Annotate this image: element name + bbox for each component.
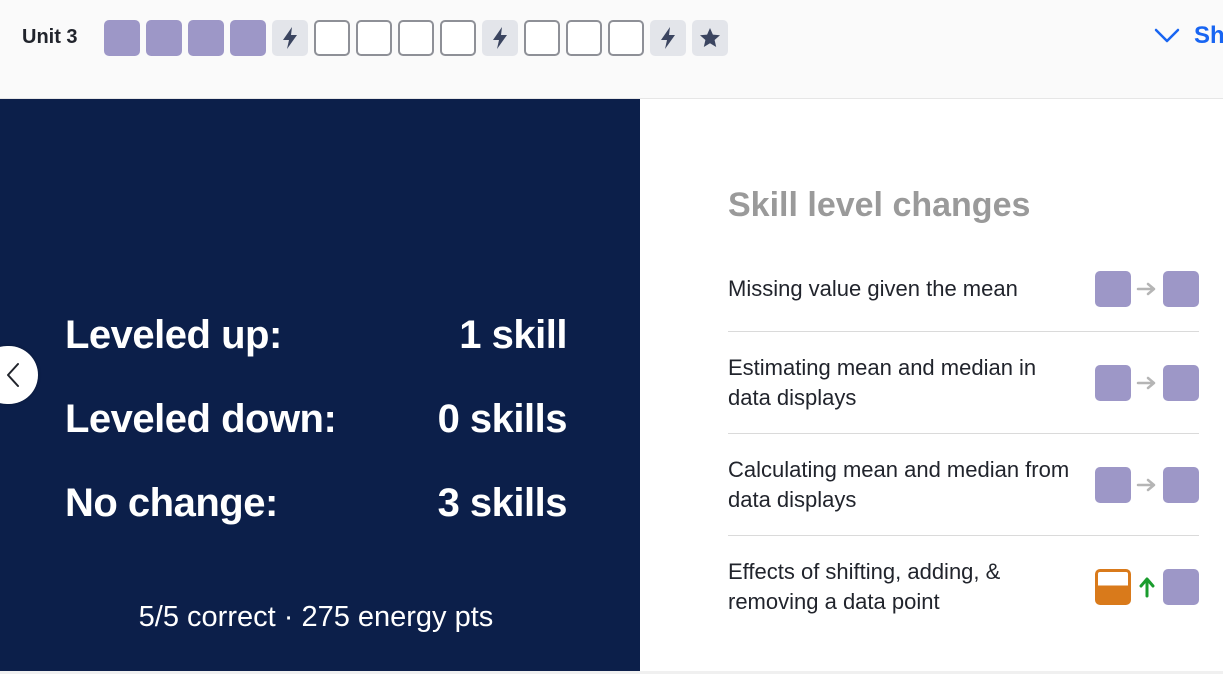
progress-cell-not-started[interactable] xyxy=(566,20,602,56)
skill-level-changes-heading: Skill level changes xyxy=(728,186,1031,224)
arrow-right-icon xyxy=(1136,478,1156,491)
progress-quiz[interactable] xyxy=(272,20,308,56)
proficient-level-box xyxy=(1095,466,1131,503)
proficient-level-box xyxy=(1095,270,1131,307)
skill-level-change xyxy=(1095,466,1199,503)
progress-quiz[interactable] xyxy=(482,20,518,56)
lightning-icon xyxy=(661,27,675,49)
leveled-down-row: Leveled down: 0 skills xyxy=(65,397,568,442)
no-change-value: 3 skills xyxy=(437,481,568,525)
no-change-label: No change: xyxy=(65,481,278,525)
skill-row: Effects of shifting, adding, & removing … xyxy=(728,536,1199,638)
progress-cell-not-started[interactable] xyxy=(440,20,476,56)
result-summary: 5/5 correct · 275 energy pts xyxy=(138,601,494,633)
lightning-icon xyxy=(283,27,297,49)
proficient-level-box xyxy=(1163,569,1199,605)
leveled-down-value: 0 skills xyxy=(437,397,568,441)
progress-cell-proficient[interactable] xyxy=(188,20,224,56)
progress-cell-not-started[interactable] xyxy=(356,20,392,56)
proficient-level-box xyxy=(1095,364,1131,401)
star-icon xyxy=(700,28,720,47)
skill-name: Effects of shifting, adding, & removing … xyxy=(728,559,1001,614)
skill-row: Missing value given the mean xyxy=(728,246,1199,332)
progress-cell-proficient[interactable] xyxy=(230,20,266,56)
skill-row: Estimating mean and median in data displ… xyxy=(728,332,1199,434)
unit-label: Unit 3 xyxy=(22,26,78,48)
progress-cell-not-started[interactable] xyxy=(314,20,350,56)
proficient-level-box xyxy=(1163,270,1199,307)
progress-quiz[interactable] xyxy=(650,20,686,56)
arrow-up-icon xyxy=(1139,577,1155,598)
unit-progress-header: Unit 3 Sh xyxy=(0,0,1223,99)
skill-name: Estimating mean and median in data displ… xyxy=(728,354,1037,410)
skill-name: Calculating mean and median from data di… xyxy=(728,456,1070,512)
chevron-down-icon xyxy=(1154,28,1180,43)
skill-name: Missing value given the mean xyxy=(728,275,1018,301)
skill-row: Calculating mean and median from data di… xyxy=(728,434,1199,536)
show-more-button[interactable]: Sh xyxy=(1154,22,1223,50)
skill-level-change xyxy=(1095,270,1199,307)
progress-cell-proficient[interactable] xyxy=(146,20,182,56)
lightning-icon xyxy=(493,27,507,49)
leveled-up-row: Leveled up: 1 skill xyxy=(65,313,567,358)
no-change-row: No change: 3 skills xyxy=(65,481,568,526)
progress-cell-not-started[interactable] xyxy=(398,20,434,56)
progress-unit-test[interactable] xyxy=(692,20,728,56)
progress-cell-proficient[interactable] xyxy=(104,20,140,56)
unit-progress-bar xyxy=(104,20,728,56)
chevron-left-icon xyxy=(7,363,19,387)
attempted-level-box xyxy=(1095,569,1131,605)
leveled-up-label: Leveled up: xyxy=(65,313,282,357)
proficient-level-box xyxy=(1163,466,1199,503)
skill-level-change xyxy=(1095,364,1199,401)
leveled-down-label: Leveled down: xyxy=(65,397,337,441)
skill-level-change xyxy=(1095,569,1199,605)
progress-cell-not-started[interactable] xyxy=(608,20,644,56)
show-more-label: Sh xyxy=(1194,22,1223,49)
results-summary-panel: Leveled up: 1 skill Leveled down: 0 skil… xyxy=(0,99,640,671)
proficient-level-box xyxy=(1163,364,1199,401)
arrow-right-icon xyxy=(1136,376,1156,389)
progress-cell-not-started[interactable] xyxy=(524,20,560,56)
leveled-up-value: 1 skill xyxy=(459,313,567,357)
arrow-right-icon xyxy=(1136,282,1156,295)
